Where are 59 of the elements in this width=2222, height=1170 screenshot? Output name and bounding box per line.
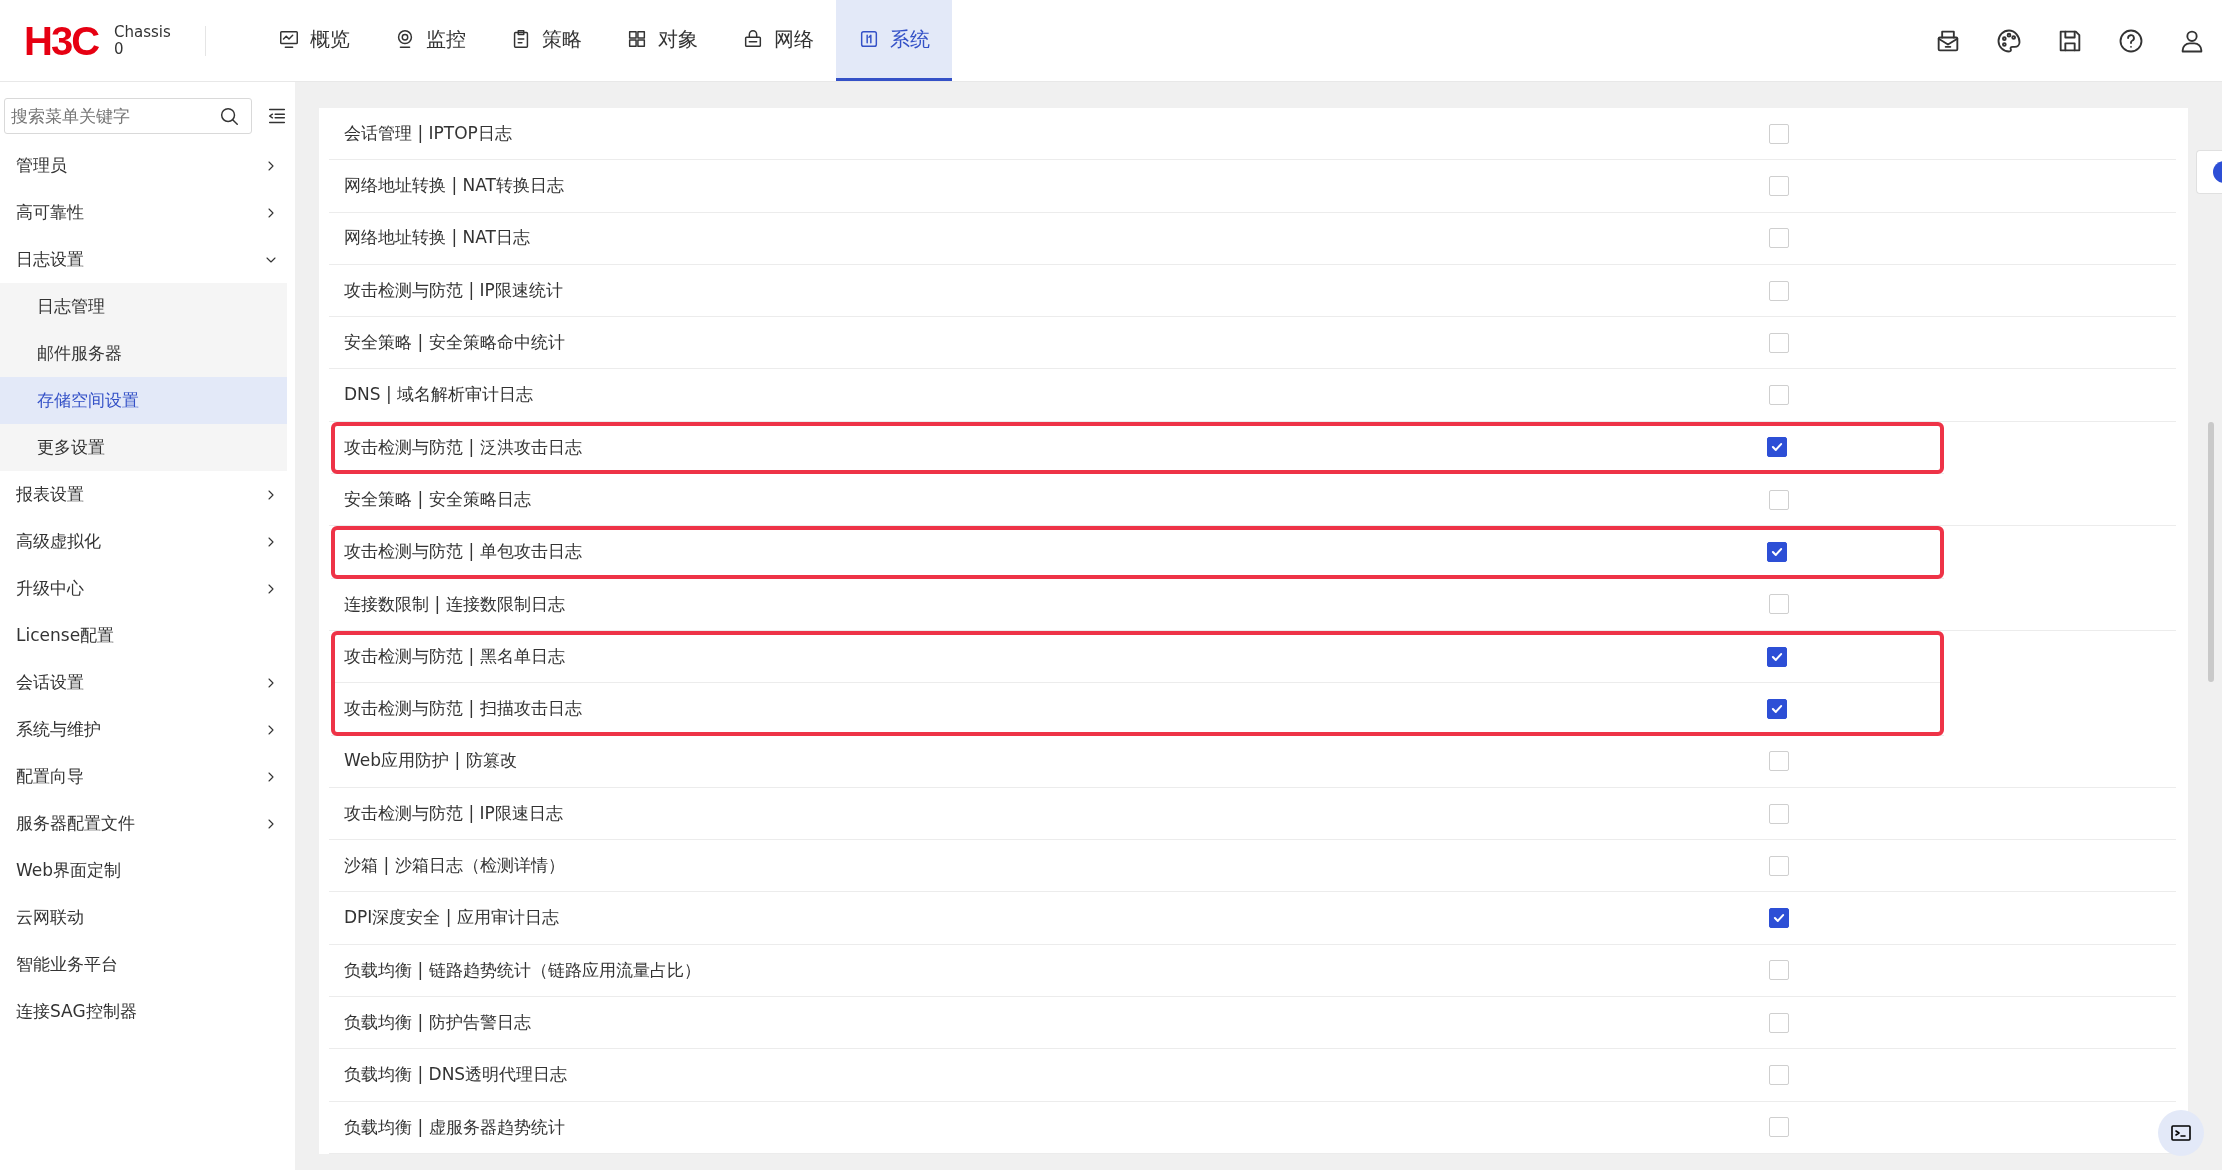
menu-item[interactable]: 系统与维护: [0, 706, 295, 753]
scrollbar[interactable]: [2208, 422, 2214, 682]
menu-item[interactable]: 高可靠性: [0, 189, 295, 236]
menu-item[interactable]: 配置向导: [0, 753, 295, 800]
row-label: 安全策略 | 安全策略命中统计: [344, 331, 566, 355]
row-label: 攻击检测与防范 | 黑名单日志: [344, 644, 566, 668]
checkbox[interactable]: [1769, 908, 1789, 929]
menu-item[interactable]: License配置: [0, 612, 295, 659]
nav-tab[interactable]: 系统: [835, 0, 952, 81]
row-label: 攻击检测与防范 | 单包攻击日志: [344, 540, 583, 564]
menu-item[interactable]: 日志设置: [0, 236, 295, 283]
floating-handle[interactable]: [2196, 150, 2222, 194]
nav-tab[interactable]: 监控: [371, 0, 488, 81]
row-label: 攻击检测与防范 | IP限速日志: [344, 801, 564, 825]
submenu-item[interactable]: 邮件服务器: [0, 330, 287, 377]
menu-item[interactable]: Web界面定制: [0, 847, 295, 894]
checkbox[interactable]: [1767, 698, 1787, 719]
checkmark-icon: [1770, 545, 1784, 559]
menu-item[interactable]: 管理员: [0, 142, 295, 189]
submenu-item[interactable]: 日志管理: [0, 283, 287, 330]
row-label: 负载均衡 | 防护告警日志: [344, 1010, 532, 1034]
row-label: 攻击检测与防范 | 泛洪攻击日志: [344, 435, 583, 459]
row-label: 攻击检测与防范 | 扫描攻击日志: [344, 697, 583, 721]
row-label: 沙箱 | 沙箱日志（检测详情）: [344, 854, 566, 878]
row-label: 网络地址转换 | NAT日志: [344, 226, 531, 250]
terminal-button[interactable]: [2158, 1110, 2204, 1156]
row-label: 连接数限制 | 连接数限制日志: [344, 592, 566, 616]
monitor-icon: [277, 28, 300, 50]
checkbox[interactable]: [1767, 437, 1787, 458]
menu-item[interactable]: 连接SAG控制器: [0, 988, 295, 1035]
row-label: DNS | 域名解析审计日志: [344, 383, 535, 407]
device-label: 0: [114, 40, 125, 57]
menu-item[interactable]: 会话设置: [0, 659, 295, 706]
menu-item[interactable]: 智能业务平台: [0, 941, 295, 988]
nav-tab[interactable]: 对象: [603, 0, 720, 81]
row-label: 会话管理 | IPTOP日志: [344, 121, 513, 145]
nav-tab[interactable]: 概览: [255, 0, 372, 81]
nav-tab[interactable]: 策略: [487, 0, 604, 81]
row-label: 负载均衡 | 虚服务器趋势统计: [344, 1115, 566, 1139]
submenu-item[interactable]: 存储空间设置: [0, 377, 287, 424]
menu-item[interactable]: 升级中心: [0, 565, 295, 612]
menu-item[interactable]: 报表设置: [0, 471, 295, 518]
row-label: 攻击检测与防范 | IP限速统计: [344, 278, 564, 302]
checkbox[interactable]: [1767, 646, 1787, 667]
submenu-item[interactable]: 更多设置: [0, 424, 287, 471]
search-field[interactable]: 搜索菜单关键字: [4, 98, 252, 134]
row-label: 网络地址转换 | NAT转换日志: [344, 174, 565, 198]
row-label: 负载均衡 | DNS透明代理日志: [344, 1063, 569, 1087]
row-label: Web应用防护 | 防篡改: [344, 749, 518, 773]
checkbox[interactable]: [1767, 542, 1787, 562]
row-label: 安全策略 | 安全策略日志: [344, 487, 532, 511]
menu-item[interactable]: 服务器配置文件: [0, 800, 295, 847]
menu-item[interactable]: 高级虚拟化: [0, 518, 295, 565]
device-label: Chassis: [114, 24, 171, 41]
row-label: 负载均衡 | 链路趋势统计（链路应用流量占比）: [344, 958, 702, 982]
logo: H3C: [24, 20, 99, 61]
menu-item[interactable]: 云网联动: [0, 894, 295, 941]
row-label: DPI深度安全 | 应用审计日志: [344, 906, 560, 930]
nav-tab[interactable]: 网络: [719, 0, 836, 81]
